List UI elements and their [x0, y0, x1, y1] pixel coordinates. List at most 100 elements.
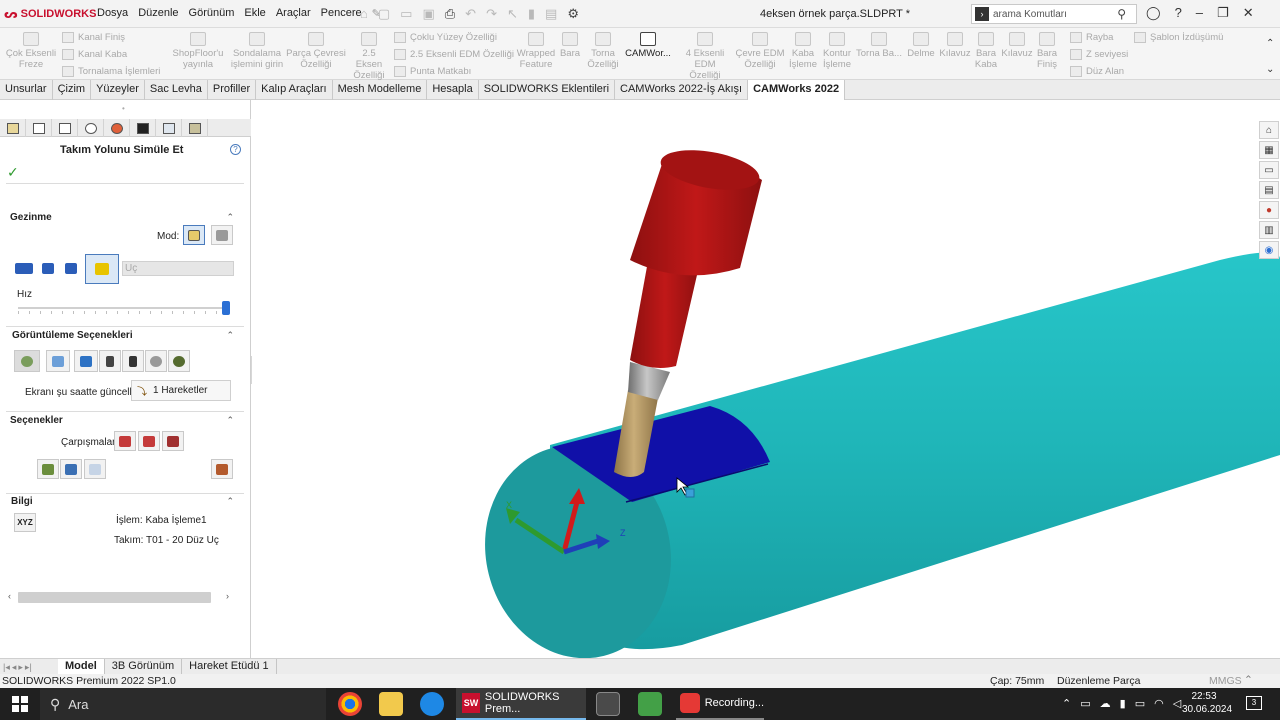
resources-pane-icon[interactable]: ▦: [1259, 141, 1279, 159]
menu-file[interactable]: Dosya: [92, 7, 133, 20]
chevron-up-icon[interactable]: ⌃: [1266, 38, 1274, 49]
print-icon[interactable]: ⎙: [445, 6, 455, 22]
tab-mesh-modeling[interactable]: Mesh Modelleme: [333, 80, 428, 100]
onedrive-icon[interactable]: ☁: [1100, 697, 1111, 710]
camworks-button[interactable]: CAMWor...: [622, 32, 674, 59]
perimeter-edm-feature-button[interactable]: Çevre EDM Özelliği: [734, 32, 786, 70]
turn-operations-button[interactable]: Tornalama İşlemleri: [62, 66, 160, 77]
menu-view[interactable]: Görünüm: [184, 7, 240, 20]
wrapped-feature-button[interactable]: Wrapped Feature: [514, 32, 558, 70]
display-tool-button[interactable]: [99, 350, 121, 372]
collision-fixture-button[interactable]: [162, 431, 184, 451]
bore-button[interactable]: Bara: [558, 32, 582, 59]
camtasia-icon[interactable]: [638, 692, 662, 716]
collapse-info-icon[interactable]: ⌃: [226, 496, 234, 507]
tray-app-icon[interactable]: ▭: [1080, 697, 1090, 710]
units-status[interactable]: MMGS: [1209, 675, 1242, 687]
z-level-button[interactable]: Z seviyesi: [1070, 49, 1128, 60]
tap-turn-button[interactable]: Kılavuz: [1000, 32, 1034, 59]
file-explorer-taskbar-icon[interactable]: [379, 692, 403, 716]
ream-button[interactable]: Rayba: [1070, 32, 1113, 43]
flat-area-button[interactable]: Düz Alan: [1070, 66, 1124, 77]
tab-model[interactable]: Model: [58, 659, 105, 675]
tab-sheet-metal[interactable]: Sac Levha: [145, 80, 208, 100]
tab-camworks-workflow[interactable]: CAMWorks 2022-İş Akışı: [615, 80, 749, 100]
step-mode-dropdown[interactable]: Uç: [122, 261, 234, 276]
rough-mill-button[interactable]: Kaba İşleme: [788, 32, 818, 70]
first-tab-icon[interactable]: |◂: [3, 662, 10, 673]
file-explorer-icon[interactable]: ▤: [1259, 181, 1279, 199]
next-tab-icon[interactable]: ▸: [18, 662, 23, 673]
multi-surface-feature-button[interactable]: Çoklu Yüzey Özelliği: [394, 32, 497, 43]
tab-surfaces[interactable]: Yüzeyler: [91, 80, 145, 100]
open-file-icon[interactable]: ▭: [400, 6, 412, 22]
minimize-icon[interactable]: –: [1196, 5, 1203, 21]
search-icon[interactable]: ⚲: [1117, 7, 1126, 21]
edm-2-5-feature-button[interactable]: 2.5 Eksenli EDM Özelliği: [394, 49, 514, 60]
prev-tab-icon[interactable]: ◂: [12, 662, 17, 673]
menu-window[interactable]: Pencere: [316, 7, 367, 20]
speed-slider-thumb[interactable]: [221, 301, 230, 315]
simulation-settings-button[interactable]: [211, 459, 233, 479]
tab-3d-view[interactable]: 3B Görünüm: [105, 659, 183, 675]
chevron-down-icon[interactable]: ⌄: [1266, 64, 1274, 75]
options-gear-icon[interactable]: ⚙: [567, 6, 579, 22]
groove-finish-button[interactable]: Kanal Finiş: [62, 32, 125, 43]
volume-icon[interactable]: ◁: [1173, 697, 1181, 710]
help-icon[interactable]: ?: [1175, 5, 1182, 21]
probing-button[interactable]: Sondalama işlemini girin: [230, 32, 284, 70]
tab-evaluate[interactable]: Hesapla: [427, 80, 479, 100]
step-forward-button[interactable]: [60, 258, 82, 278]
menu-insert[interactable]: Ekle: [239, 7, 270, 20]
wifi-icon[interactable]: ◠: [1154, 697, 1164, 710]
taskbar-clock[interactable]: 22:53 30.06.2024: [1182, 690, 1232, 716]
groove-rough-button[interactable]: Kanal Kaba: [62, 49, 127, 60]
speed-slider-track[interactable]: [18, 307, 230, 309]
recording-taskbar-button[interactable]: Recording...: [676, 688, 764, 720]
feature-manager-tab[interactable]: [0, 119, 26, 137]
display-comparison-button[interactable]: [168, 350, 190, 372]
display-part-button[interactable]: [74, 350, 98, 372]
last-tab-icon[interactable]: ▸|: [25, 662, 32, 673]
select-icon[interactable]: ↖: [507, 6, 518, 22]
collapse-display-icon[interactable]: ⌃: [226, 330, 234, 341]
rewind-button[interactable]: [13, 258, 35, 278]
notifications-icon[interactable]: 3: [1246, 696, 1262, 710]
menu-edit[interactable]: Düzenle: [133, 7, 183, 20]
graphics-viewport[interactable]: X Z: [252, 100, 1280, 659]
calculator-icon[interactable]: [596, 692, 620, 716]
collapse-navigation-icon[interactable]: ⌃: [226, 212, 234, 223]
teamviewer-icon[interactable]: [420, 692, 444, 716]
restore-icon[interactable]: ❐: [1217, 5, 1229, 21]
tab-solidworks-addins[interactable]: SOLIDWORKS Eklentileri: [479, 80, 616, 100]
options-settings-button[interactable]: [37, 459, 59, 479]
network-icon[interactable]: ▭: [1135, 697, 1145, 710]
new-file-icon[interactable]: ▢: [378, 6, 390, 22]
appearances-icon[interactable]: ●: [1259, 201, 1279, 219]
help-icon[interactable]: ?: [230, 144, 241, 155]
collapse-options-icon[interactable]: ⌃: [226, 415, 234, 426]
close-icon[interactable]: ✕: [1243, 5, 1254, 21]
contour-mill-button[interactable]: Kontur İşleme: [820, 32, 854, 70]
horizontal-scrollbar[interactable]: [18, 592, 211, 603]
home-pane-icon[interactable]: ⌂: [1259, 121, 1279, 139]
cam-feature-tree-tab[interactable]: [130, 119, 156, 137]
cam-tool-tree-tab[interactable]: [182, 119, 208, 137]
scroll-left-icon[interactable]: ‹: [8, 591, 11, 601]
edm-4-axis-feature-button[interactable]: 4 Eksenli EDM Özelliği: [678, 32, 732, 81]
ok-checkmark-icon[interactable]: ✓: [7, 164, 19, 181]
update-frequency-button[interactable]: ⤵ 1 Hareketler: [131, 380, 231, 401]
scroll-right-icon[interactable]: ›: [226, 591, 229, 601]
tab-mold-tools[interactable]: Kalıp Araçları: [256, 80, 333, 100]
save-simulation-button[interactable]: [60, 459, 82, 479]
display-manager-tab[interactable]: [104, 119, 130, 137]
dimxpert-tab[interactable]: [78, 119, 104, 137]
solidworks-forum-icon[interactable]: ◉: [1259, 241, 1279, 259]
tab-sketch[interactable]: Çizim: [53, 80, 92, 100]
file-properties-icon[interactable]: ▤: [545, 6, 557, 22]
save-icon[interactable]: ▣: [422, 6, 434, 22]
pause-button[interactable]: [85, 254, 119, 284]
bore-finish-button[interactable]: Bara Finiş: [1034, 32, 1060, 70]
multi-axis-mill-button[interactable]: Çok Eksenli Freze: [4, 32, 58, 70]
custom-properties-icon[interactable]: ▥: [1259, 221, 1279, 239]
